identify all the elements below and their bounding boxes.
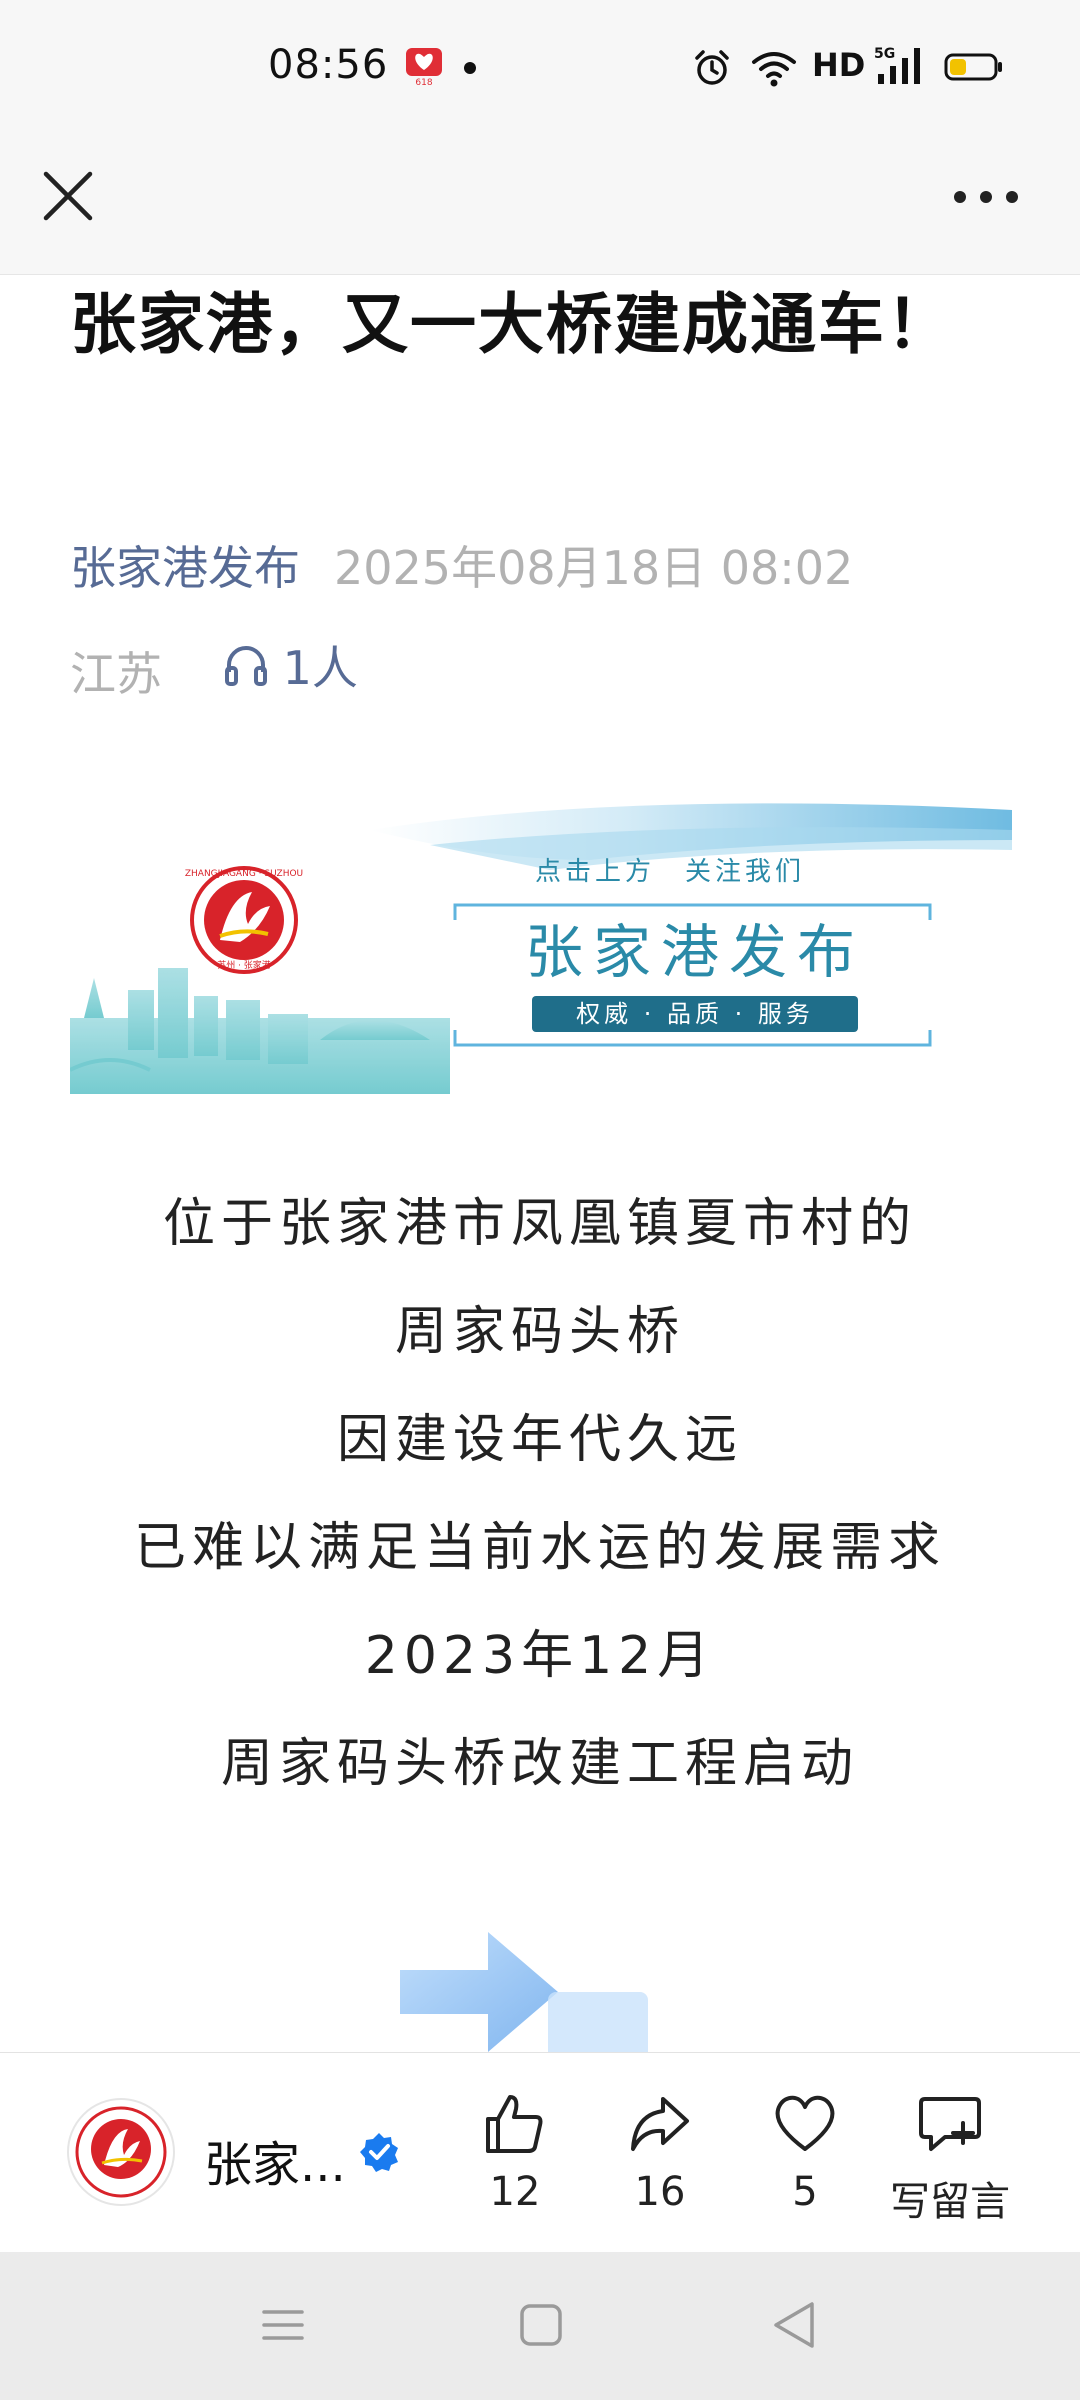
share-button[interactable]: 16 [595,2089,725,2215]
body-line: 2023年12月 [364,1626,716,1686]
close-icon[interactable] [38,166,98,226]
write-comment-button[interactable]: 写留言 [885,2089,1015,2227]
account-banner-image[interactable]: ZHANGJIAGANG · SUZHOU 苏州 · 张家港 点击上方 关注我们… [70,800,1012,1094]
banner-account-name: 张家港发布 [525,918,865,986]
comment-add-icon [919,2097,981,2151]
article-title: 张家港，又一大桥建成通车！ [70,286,954,363]
body-line: 位于张家港市凤凰镇夏市村的 [162,1194,917,1254]
body-line: 周家码头桥改建工程启动 [220,1734,859,1794]
logo-ring-text: ZHANGJIAGANG · SUZHOU [185,869,303,879]
body-line: 周家码头桥 [394,1302,685,1362]
article-meta-secondary: 江苏 1人 [70,632,358,701]
share-count: 16 [634,2169,686,2215]
banner-slogan: 权威 · 品质 · 服务 [576,1000,814,1028]
publish-date: 2025年08月18日 08:02 [334,541,854,595]
article-meta: 张家港发布 2025年08月18日 08:02 [70,532,1050,595]
battery-icon [944,53,1002,81]
network-hd-label: HD [812,46,866,84]
badge-618-text: 618 [415,78,432,86]
status-bar: 08:56 618 HD 5G [0,0,1080,130]
home-icon[interactable] [514,2298,568,2352]
listen-button[interactable]: 1人 [221,632,358,698]
account-avatar[interactable] [66,2097,176,2207]
alarm-icon [695,50,729,85]
shopping-festival-icon: 618 [406,48,442,86]
signal-5g-text: 5G [874,46,895,62]
thumbs-up-icon [486,2095,543,2153]
banner-graphic: ZHANGJIAGANG · SUZHOU 苏州 · 张家港 点击上方 关注我们… [70,803,1012,1094]
headphones-icon [224,646,267,686]
share-arrow-icon [631,2097,689,2151]
account-name[interactable]: 张家... [204,2125,346,2195]
arrow-graphic-image [398,1922,648,2052]
author-link[interactable]: 张家港发布 [70,541,300,595]
favorite-button[interactable]: 5 [740,2089,870,2215]
recent-apps-icon[interactable] [258,2300,308,2350]
top-navigation-bar [0,130,1080,275]
wifi-icon [752,52,796,87]
notification-dot [464,62,476,74]
listeners-count: 1人 [282,641,358,695]
like-button[interactable]: 12 [450,2089,580,2215]
write-comment-label: 写留言 [890,2179,1010,2225]
verified-badge-icon [360,2133,398,2172]
body-line: 已难以满足当前水运的发展需求 [133,1518,946,1578]
body-line: 因建设年代久远 [336,1410,743,1470]
like-count: 12 [489,2169,541,2215]
favorite-count: 5 [792,2169,818,2215]
logo-sub-text: 苏州 · 张家港 [217,959,271,971]
article-body: 位于张家港市凤凰镇夏市村的 周家码头桥 因建设年代久远 已难以满足当前水运的发展… [0,1170,1080,1818]
bottom-action-bar: 张家... 12 16 5 写留言 [0,2052,1080,2252]
back-icon[interactable] [768,2296,822,2354]
arrow-right-icon [400,1932,648,2052]
system-navigation-bar [0,2252,1080,2400]
banner-follow-text: 点击上方 关注我们 [535,857,805,887]
more-icon[interactable] [950,182,1022,212]
signal-5g-icon: 5G [874,46,920,84]
status-time: 08:56 [268,42,389,88]
region-label: 江苏 [70,647,162,701]
heart-icon [775,2095,835,2151]
